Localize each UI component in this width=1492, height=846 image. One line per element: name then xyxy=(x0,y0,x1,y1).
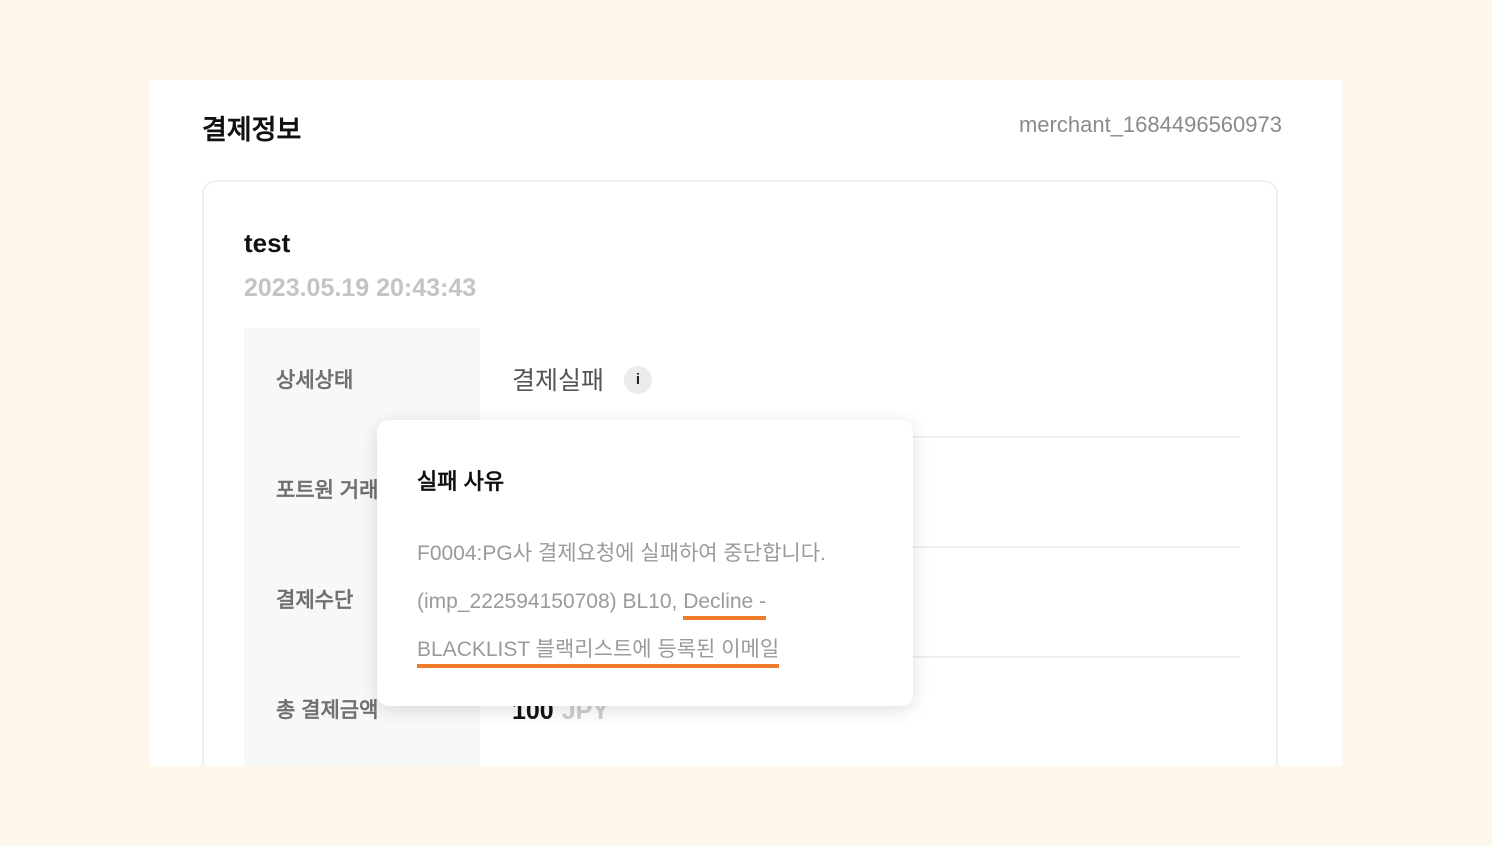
order-name: test xyxy=(244,228,291,258)
highlighted-reason-2: BLACKLIST 블랙리스트에 등록된 이메일 xyxy=(417,638,780,668)
failure-message-line: F0004:PG사 결제요청에 실패하여 중단합니다. xyxy=(417,542,826,565)
failure-detail-line: (imp_222594150708) BL10, Decline - xyxy=(417,578,887,626)
panel-title: 결제정보 xyxy=(202,115,302,145)
failure-detail-line-2: BLACKLIST 블랙리스트에 등록된 이메일 xyxy=(417,626,887,674)
tooltip-title: 실패 사유 xyxy=(417,469,505,494)
highlighted-reason: Decline - xyxy=(683,590,767,620)
merchant-uid: merchant_1684496560973 xyxy=(1018,112,1282,137)
tooltip-body: F0004:PG사 결제요청에 실패하여 중단합니다. (imp_2225941… xyxy=(417,530,887,674)
info-icon[interactable]: i xyxy=(624,366,653,395)
order-date: 2023.05.19 20:43:43 xyxy=(244,274,477,302)
failure-reason-tooltip: 실패 사유 F0004:PG사 결제요청에 실패하여 중단합니다. (imp_2… xyxy=(377,420,913,706)
failure-code: (imp_222594150708) BL10, xyxy=(417,590,684,613)
status-value: 결제실패 xyxy=(512,367,605,395)
